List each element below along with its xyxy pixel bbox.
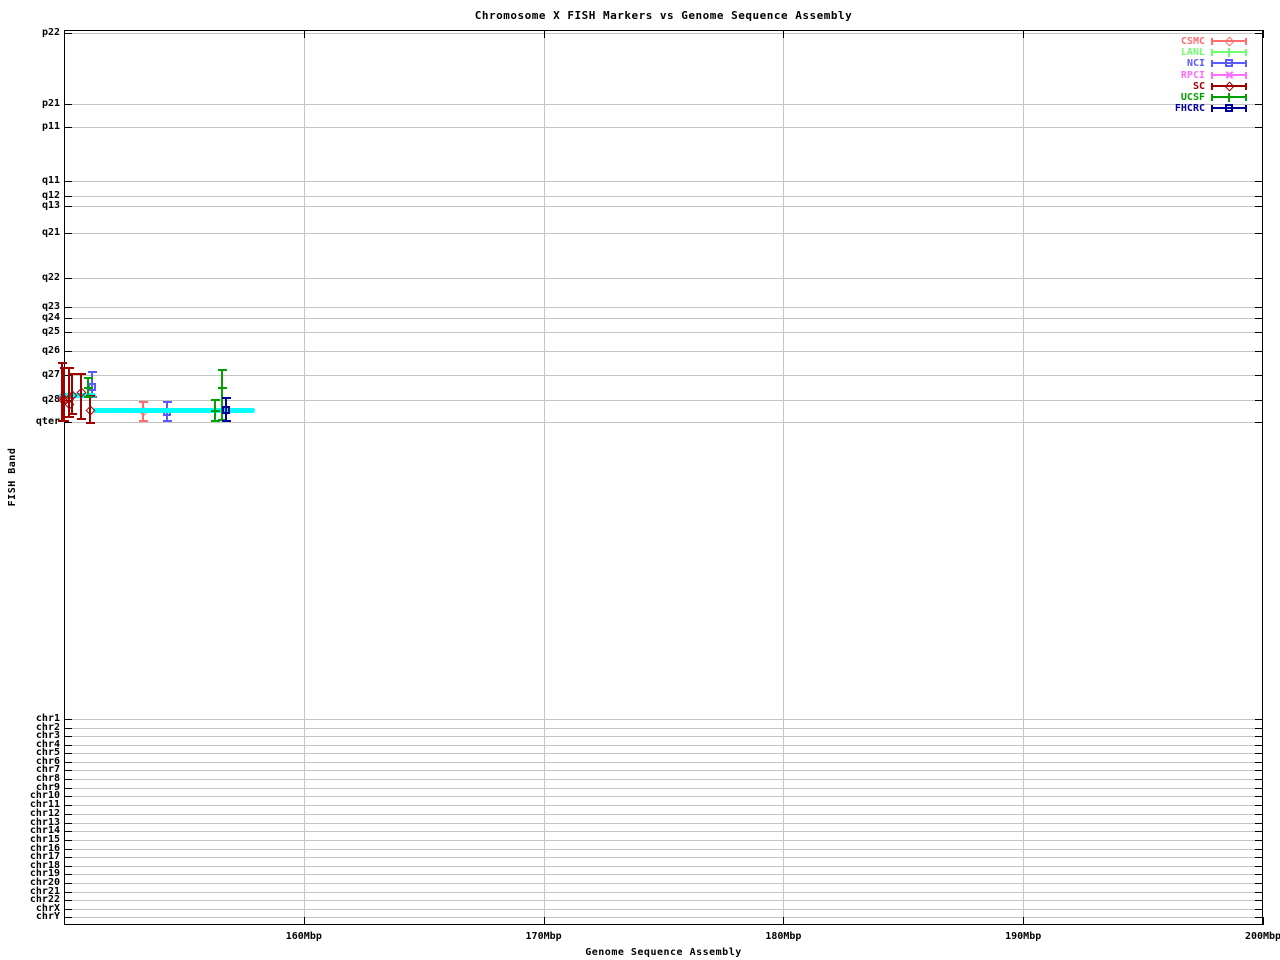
marker-square (222, 406, 230, 414)
error-bar-cap (139, 420, 148, 422)
y-tick-label: q25 (2, 327, 60, 337)
legend-sample-cap (1211, 38, 1213, 45)
x-tick-label: 200Mbp (1233, 931, 1280, 943)
marker-plus (1228, 93, 1230, 102)
error-bar-cap (68, 413, 77, 415)
error-bar-cap (163, 420, 172, 422)
legend-sample-cap (1245, 94, 1247, 101)
y-tick-label: p11 (2, 122, 60, 132)
legend-sample-cap (1211, 83, 1213, 90)
legend-sample-cap (1211, 94, 1213, 101)
marker-plus (221, 384, 223, 393)
marker-plus (87, 384, 89, 393)
marker-plus (1228, 48, 1230, 57)
y-tick-label: q13 (2, 201, 60, 211)
legend-item-label: LANL (1125, 47, 1205, 58)
error-bar-cap (218, 369, 227, 371)
x-tick-label: 180Mbp (753, 931, 813, 943)
error-bar-cap (68, 373, 77, 375)
error-bar-cap (84, 377, 93, 379)
y-tick-label: q21 (2, 228, 60, 238)
y-tick-label: q28 (2, 395, 60, 405)
error-bar-cap (222, 397, 231, 399)
legend-sample-cap (1245, 72, 1247, 79)
legend-sample-cap (1211, 72, 1213, 79)
chart-canvas: Chromosome X FISH Markers vs Genome Sequ… (0, 0, 1280, 960)
legend-sample-cap (1211, 60, 1213, 67)
error-bar-cap (65, 367, 74, 369)
y-tick-label: q22 (2, 273, 60, 283)
x-tick-bottom (1263, 917, 1264, 925)
x-tick-top (1263, 30, 1264, 38)
legend-item-label: RPCI (1125, 70, 1205, 81)
error-bar-cap (222, 420, 231, 422)
y-tick-label: p21 (2, 99, 60, 109)
legend-item-label: SC (1125, 81, 1205, 92)
highlight-band-segment (93, 408, 255, 413)
legend-sample-cap (1245, 60, 1247, 67)
legend-sample-cap (1245, 49, 1247, 56)
legend-item-label: UCSF (1125, 92, 1205, 103)
marker-plus (214, 407, 216, 416)
error-bar-cap (65, 416, 74, 418)
error-bar-cap (163, 401, 172, 403)
y-tick-label: p22 (2, 28, 60, 38)
plot-border (64, 30, 1263, 925)
legend-sample-cap (1245, 38, 1247, 45)
y-tick-label: q26 (2, 346, 60, 356)
error-bar-cap (84, 396, 93, 398)
legend-sample-cap (1245, 83, 1247, 90)
error-bar-cap (211, 399, 220, 401)
x-tick-label: 160Mbp (274, 931, 334, 943)
legend-item-label: NCI (1125, 58, 1205, 69)
y-tick-label: q24 (2, 313, 60, 323)
y-tick-label: q11 (2, 176, 60, 186)
legend-sample-cap (1211, 105, 1213, 112)
legend-sample-cap (1245, 105, 1247, 112)
error-bar-cap (58, 362, 67, 364)
marker-square (1225, 104, 1233, 112)
legend-item-label: FHCRC (1125, 103, 1205, 114)
x-tick-label: 170Mbp (514, 931, 574, 943)
legend-sample-cap (1211, 49, 1213, 56)
error-bar-cap (86, 422, 95, 424)
y-tick-label: chrY (2, 912, 60, 922)
error-bar-cap (139, 401, 148, 403)
error-bar-cap (77, 373, 86, 375)
x-tick-label: 190Mbp (993, 931, 1053, 943)
y-tick-label: q23 (2, 302, 60, 312)
y-tick-label: q27 (2, 370, 60, 380)
error-bar-cap (60, 420, 69, 422)
marker-square (1225, 59, 1233, 67)
error-bar-cap (77, 418, 86, 420)
y-tick-label: qter (2, 417, 60, 427)
legend-item-label: CSMC (1125, 36, 1205, 47)
error-bar-cap (88, 371, 97, 373)
